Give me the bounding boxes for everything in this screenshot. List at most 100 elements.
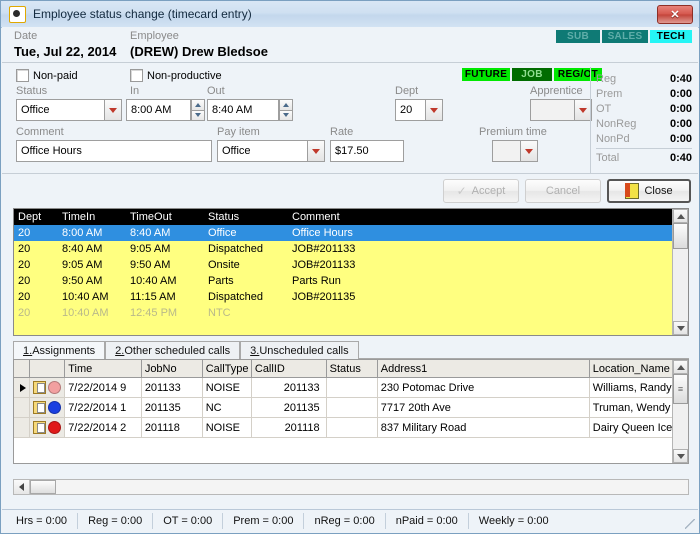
hscroll-thumb[interactable] — [30, 480, 56, 494]
employee-label: Employee — [130, 30, 179, 42]
cell-timein: 10:40 AM — [62, 291, 109, 303]
scroll-down-arrow-icon[interactable] — [673, 321, 688, 335]
row-selector[interactable] — [14, 398, 30, 417]
cancel-button[interactable]: Cancel — [525, 179, 601, 203]
calls-grid-scrollbar[interactable]: ≡ — [672, 360, 688, 463]
total-row-nonpd: NonPd 0:00 — [596, 131, 692, 146]
badge-sales[interactable]: SALES — [602, 30, 648, 43]
premium-dropdown-arrow-icon[interactable] — [520, 140, 538, 162]
timein-stepper[interactable] — [191, 99, 205, 121]
dept-dropdown-arrow-icon[interactable] — [425, 99, 443, 121]
badge-future[interactable]: FUTURE — [462, 68, 510, 81]
tab-assignments[interactable]: 1. Assignments — [13, 341, 106, 359]
status-combo[interactable]: Office — [16, 99, 122, 121]
cell-comment: JOB#201133 — [292, 243, 356, 255]
cell-comment: Parts Run — [292, 275, 341, 287]
dept-label: Dept — [395, 85, 419, 97]
dept-value[interactable]: 20 — [395, 99, 425, 121]
premium-value[interactable] — [492, 140, 520, 162]
badge-sub[interactable]: SUB — [556, 30, 600, 43]
timein-spinner-group[interactable]: 8:00 AM — [126, 99, 205, 121]
cell-dept: 20 — [18, 259, 31, 271]
document-icon[interactable] — [32, 421, 46, 434]
close-button[interactable]: Close — [607, 179, 691, 203]
timecard-grid[interactable]: Dept TimeIn TimeOut Status Comment 20 8:… — [13, 208, 689, 336]
apprentice-value[interactable] — [530, 99, 574, 121]
calls-grid[interactable]: Time JobNo CallType CallID Status Addres… — [13, 359, 689, 464]
tab-other-scheduled-calls[interactable]: 2. Other scheduled calls — [105, 341, 241, 359]
tab-unscheduled-calls[interactable]: 3. Unscheduled calls — [240, 341, 359, 359]
comment-input[interactable]: Office Hours — [16, 140, 212, 162]
col-header-address1[interactable]: Address1 — [378, 360, 590, 377]
document-icon[interactable] — [32, 401, 46, 414]
row-selector[interactable] — [14, 418, 30, 437]
timeout-stepper[interactable] — [279, 99, 293, 121]
action-button-row: ✓ Accept Cancel Close — [443, 179, 691, 203]
nonpaid-checkbox-row[interactable]: Non-paid — [16, 69, 78, 82]
row-icons[interactable] — [29, 418, 66, 437]
timecard-row[interactable]: 20 8:40 AM 9:05 AM Dispatched JOB#201133 — [14, 241, 688, 257]
title-bar: Employee status change (timecard entry) … — [1, 1, 699, 28]
flag-badges: FUTURE JOB REG/OT — [462, 68, 602, 81]
col-header-calltype[interactable]: CallType — [203, 360, 252, 377]
total-row-prem: Prem 0:00 — [596, 86, 692, 101]
scroll-thumb[interactable] — [673, 223, 688, 249]
apprentice-combo[interactable] — [530, 99, 592, 121]
payitem-combo[interactable]: Office — [217, 140, 325, 162]
scroll-up-arrow-icon[interactable] — [673, 209, 688, 223]
timeout-value[interactable]: 8:40 AM — [207, 99, 279, 121]
cell-timeout: 11:15 AM — [130, 291, 176, 303]
priority-dot-icon[interactable] — [47, 401, 61, 414]
row-icons[interactable] — [29, 398, 66, 417]
col-header-dept: Dept — [18, 211, 42, 223]
badge-tech[interactable]: TECH — [650, 30, 692, 43]
calls-scroll-down-arrow-icon[interactable] — [673, 449, 688, 463]
nonproductive-checkbox-row[interactable]: Non-productive — [130, 69, 222, 82]
calls-row[interactable]: 7/22/2014 1 201135 NC 201135 7717 20th A… — [14, 398, 688, 418]
cell-dept: 20 — [18, 307, 31, 319]
calls-scroll-thumb[interactable]: ≡ — [673, 374, 688, 404]
cell-dept: 20 — [18, 275, 31, 287]
calls-grid-hscrollbar[interactable] — [13, 479, 689, 495]
premium-combo[interactable] — [492, 140, 538, 162]
nonproductive-checkbox[interactable] — [130, 69, 143, 82]
cell-status — [327, 418, 378, 437]
status-value[interactable]: Office — [16, 99, 104, 121]
priority-dot-icon[interactable] — [47, 381, 61, 394]
col-header-status[interactable]: Status — [327, 360, 378, 377]
timein-value[interactable]: 8:00 AM — [126, 99, 191, 121]
dept-combo[interactable]: 20 — [395, 99, 443, 121]
document-icon[interactable] — [32, 381, 46, 394]
total-row-reg: Reg 0:40 — [596, 71, 692, 86]
payitem-dropdown-arrow-icon[interactable] — [307, 140, 325, 162]
status-hrs: Hrs = 0:00 — [2, 513, 79, 529]
col-header-jobno[interactable]: JobNo — [142, 360, 203, 377]
calls-row[interactable]: 7/22/2014 9 201133 NOISE 201133 230 Poto… — [14, 378, 688, 398]
timeout-spinner-group[interactable]: 8:40 AM — [207, 99, 293, 121]
timecard-row[interactable]: 20 10:40 AM 11:15 AM Dispatched JOB#2011… — [14, 289, 688, 305]
row-icons[interactable] — [29, 378, 66, 397]
timecard-row[interactable]: 20 10:40 AM 12:45 PM NTC — [14, 305, 688, 321]
timecard-row[interactable]: 20 9:50 AM 10:40 AM Parts Parts Run — [14, 273, 688, 289]
nonpaid-checkbox[interactable] — [16, 69, 29, 82]
timecard-row[interactable]: 20 9:05 AM 9:50 AM Onsite JOB#201133 — [14, 257, 688, 273]
totals-divider — [590, 67, 591, 173]
calls-scroll-up-arrow-icon[interactable] — [673, 360, 688, 374]
timecard-grid-scrollbar[interactable] — [672, 209, 688, 335]
close-window-button[interactable]: ✕ — [657, 5, 693, 24]
badge-regot[interactable]: REG/OT — [554, 68, 602, 81]
payitem-value[interactable]: Office — [217, 140, 307, 162]
timecard-row[interactable]: 20 8:00 AM 8:40 AM Office Office Hours — [14, 225, 688, 241]
row-selector[interactable] — [14, 378, 30, 397]
badge-job[interactable]: JOB — [512, 68, 552, 81]
rate-input[interactable]: $17.50 — [330, 140, 404, 162]
resize-grip-icon[interactable] — [685, 519, 695, 529]
priority-dot-icon[interactable] — [47, 421, 61, 434]
entry-form-panel: Date Employee Tue, Jul 22, 2014 (DREW) D… — [2, 27, 698, 173]
accept-button[interactable]: ✓ Accept — [443, 179, 519, 203]
hscroll-left-arrow-icon[interactable] — [14, 480, 30, 494]
status-dropdown-arrow-icon[interactable] — [104, 99, 122, 121]
col-header-callid[interactable]: CallID — [252, 360, 327, 377]
col-header-time[interactable]: Time — [65, 360, 142, 377]
calls-row[interactable]: 7/22/2014 2 201118 NOISE 201118 837 Mili… — [14, 418, 688, 438]
